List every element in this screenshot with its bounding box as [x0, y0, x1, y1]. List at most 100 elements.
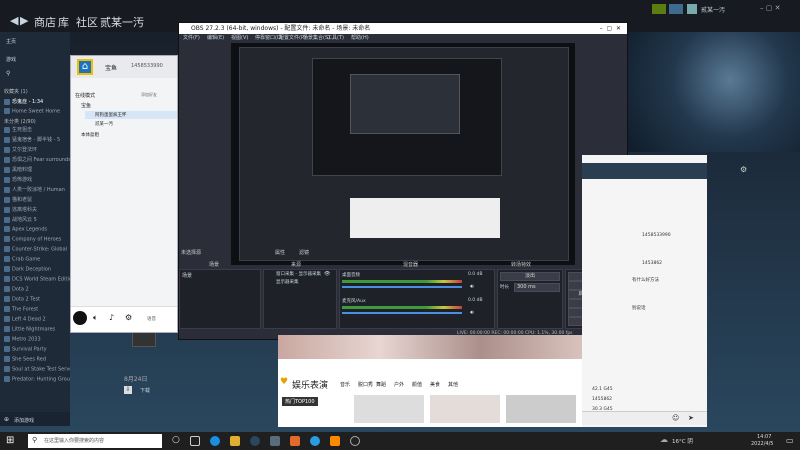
tab-properties[interactable]: 属性	[275, 249, 285, 256]
game-list-item[interactable]: 恐怖游戏	[4, 176, 70, 185]
visibility-icon[interactable]: 👁︎	[324, 271, 330, 277]
group-item-label[interactable]: 贰某一汚	[95, 121, 113, 127]
announce-icon[interactable]	[652, 4, 666, 14]
volume-slider[interactable]	[342, 286, 462, 288]
game-list-item[interactable]: Little Nightmares	[4, 326, 70, 335]
video-card[interactable]	[354, 395, 424, 423]
game-list-item[interactable]: 恐惧之间 Fear surrounds	[4, 156, 70, 165]
video-card[interactable]	[506, 395, 576, 423]
nav-store[interactable]: 商店	[34, 14, 56, 30]
back-icon[interactable]: ◀	[10, 14, 18, 27]
home-label[interactable]: 主页	[6, 38, 16, 45]
avatar[interactable]	[687, 4, 697, 14]
search-icon[interactable]: ⚲	[6, 70, 10, 77]
steam-username[interactable]: 贰某一汚	[701, 5, 725, 14]
game-list-item[interactable]: 战地风云 5	[4, 216, 70, 225]
task-view-icon[interactable]: ○	[172, 435, 180, 445]
volume-slider[interactable]	[342, 312, 462, 314]
avatar[interactable]	[73, 311, 87, 325]
obs-menu-item[interactable]: 文件(F)	[183, 34, 200, 43]
obs-menu-item[interactable]: 配置文件(P)	[279, 34, 306, 43]
category-tab[interactable]: 舞蹈	[376, 381, 386, 388]
game-list-item[interactable]: Dota 2 Test	[4, 296, 70, 305]
category-tab[interactable]: 娱乐表演	[292, 378, 328, 391]
nav-user[interactable]: 贰某一汚	[100, 14, 144, 30]
video-card[interactable]	[430, 395, 500, 423]
steam-icon[interactable]	[250, 436, 260, 446]
game-list-item[interactable]: Soul at Stake Test Server	[4, 366, 70, 375]
game-list-item[interactable]: She Sees Red	[4, 356, 70, 365]
category-tab[interactable]: 美食	[430, 381, 440, 388]
app-icon[interactable]	[290, 436, 300, 446]
game-list-item[interactable]: DCS World Steam Edition	[4, 276, 70, 285]
taskbar-search[interactable]: ⚲ 在这里输入你要搜索的内容	[28, 434, 162, 448]
mic-icon[interactable]: ♪	[109, 313, 114, 322]
notification-icon[interactable]	[669, 4, 683, 14]
game-list-item[interactable]: 猫和老鼠	[4, 196, 70, 205]
source-item[interactable]: 显示器采集	[276, 279, 299, 285]
folder-icon[interactable]	[230, 436, 240, 446]
game-list-item[interactable]: Left 4 Dead 2	[4, 316, 70, 325]
game-list-item[interactable]: 人类一败涂地 / Human	[4, 186, 70, 195]
obs-menu-item[interactable]: 工具(T)	[327, 34, 344, 43]
nav-community[interactable]: 社区	[76, 14, 98, 30]
obs-menu-item[interactable]: 帮助(H)	[351, 34, 369, 43]
taskview-icon[interactable]	[190, 436, 200, 446]
game-list-item[interactable]: Dota 2	[4, 286, 70, 295]
game-list-item[interactable]: 猛鬼宿舍 - 脚半钱 - 5	[4, 136, 70, 145]
transition-select[interactable]: 淡出	[500, 272, 560, 281]
section-favorites[interactable]: 收藏夹 (1)	[4, 88, 28, 95]
emoji-icon[interactable]: ☺	[672, 414, 679, 422]
window-controls[interactable]: – ▢ ✕	[600, 23, 621, 34]
qq-icon[interactable]	[310, 436, 320, 446]
weather-icon[interactable]: ☁	[660, 435, 668, 444]
tab-filters[interactable]: 滤镜	[299, 249, 309, 256]
settings-icon[interactable]: ⚙	[125, 313, 132, 322]
game-list-item[interactable]: Survival Party	[4, 346, 70, 355]
obs-preview[interactable]	[231, 43, 575, 265]
game-list-item[interactable]: 艾尔登法环	[4, 146, 70, 155]
clock-time[interactable]: 14:07	[757, 434, 771, 440]
game-list-item[interactable]: Predator: Hunting Grounds	[4, 376, 70, 385]
category-tab[interactable]: 颜值	[412, 381, 422, 388]
clock-date[interactable]: 2022/4/5	[751, 441, 773, 447]
windows-start-icon[interactable]: ⊞	[6, 435, 14, 446]
game-list-item[interactable]: Company of Heroes	[4, 236, 70, 245]
home-icon[interactable]: ⌂	[77, 59, 93, 75]
mute-icon[interactable]: 🔊︎	[470, 283, 474, 291]
download-row[interactable]: ⇩ 下载	[124, 386, 184, 396]
game-list-item[interactable]: The Forest	[4, 306, 70, 315]
window-controls[interactable]: – ▢ ✕	[760, 4, 796, 12]
games-label[interactable]: 游戏	[6, 56, 16, 63]
category-tab[interactable]: 户外	[394, 381, 404, 388]
edge-icon[interactable]	[210, 436, 220, 446]
group-item-label[interactable]: 本体盈粗	[81, 132, 99, 138]
mute-icon[interactable]: 🔊︎	[470, 309, 474, 317]
obs-menu-item[interactable]: 编辑(E)	[207, 34, 224, 43]
chat-input-bar[interactable]: ☺ ➤	[582, 411, 707, 425]
obs-icon[interactable]	[350, 436, 360, 446]
game-list-item[interactable]: Apex Legends	[4, 226, 70, 235]
weather-label[interactable]: 16°C 阴	[672, 437, 693, 445]
nav-library[interactable]: 库	[58, 14, 69, 30]
game-list-item[interactable]: Counter-Strike: Global	[4, 246, 70, 255]
duration-input[interactable]: 300 ms	[514, 283, 560, 292]
status-dropdown[interactable]: 在线模式	[75, 92, 95, 99]
speaker-icon[interactable]: 🔈︎	[93, 313, 98, 323]
scene-item[interactable]: 场景	[182, 272, 192, 279]
add-game-button[interactable]: ⊕ 添加游戏	[0, 412, 70, 426]
hot-badge[interactable]: 热门TOP100	[282, 397, 318, 406]
app-icon[interactable]	[330, 436, 340, 446]
game-list-item[interactable]: Metro 2033	[4, 336, 70, 345]
source-item[interactable]: 窗口采集 - 显示器采集	[276, 271, 321, 277]
game-list-item[interactable]: Crab Game	[4, 256, 70, 265]
app-icon[interactable]	[270, 436, 280, 446]
obs-menu-item[interactable]: 视图(V)	[231, 34, 248, 43]
category-tab[interactable]: 其他	[448, 381, 458, 388]
game-list-item[interactable]: Home Sweet Home	[4, 108, 70, 117]
game-list-item[interactable]: 生死狙击	[4, 126, 70, 135]
notification-icon[interactable]: ▭	[786, 436, 794, 445]
group-label[interactable]: 宝鱼	[81, 102, 91, 109]
add-friend-button[interactable]: 添加好友	[141, 92, 157, 98]
game-list-item[interactable]: 恐鬼症 - 1:34	[4, 98, 70, 107]
